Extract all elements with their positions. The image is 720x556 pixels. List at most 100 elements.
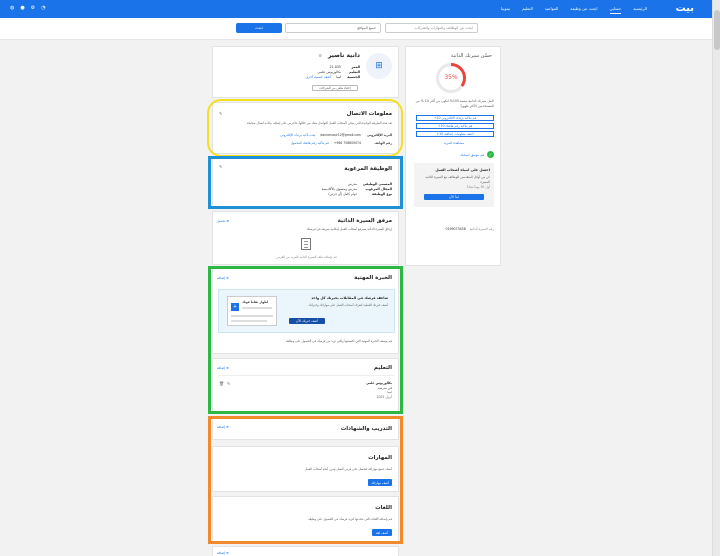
upload-link[interactable]: ⊕ تحميل — [217, 219, 229, 223]
edit-contact-icon[interactable]: ✎ — [219, 111, 222, 116]
education-title: التعليم — [373, 365, 392, 371]
experience-promo: اظهار نقاط قوتك + ضاعف فرصك في المقابلات… — [218, 289, 395, 333]
premium-start-button[interactable]: ابدأ الآن — [424, 194, 484, 200]
nav-item-account[interactable]: حسابي — [609, 6, 622, 14]
add-education-label: إضافة — [217, 366, 226, 370]
training-title: التدريب والشهادات — [340, 426, 392, 432]
education-degree: بكالوريوس علمي — [365, 381, 392, 385]
attachment-title: مرفق السيرة الذاتية — [337, 218, 392, 224]
profile-name: دانية ناصير — [327, 52, 360, 59]
verify-account-label: قم بتوثيق حسابك — [460, 152, 484, 157]
add-next-label: إضافة — [217, 551, 226, 555]
experience-promo-title: ضاعف فرصك في المقابلات بخبرتك كل واحد — [311, 296, 388, 300]
nav-item-jobs[interactable]: ابحث عن وظيفة — [570, 6, 597, 14]
brand-logo[interactable]: بيت — [676, 3, 694, 14]
skills-card: المهارات أضف جميع مهاراتك لتحصل على فرص … — [212, 446, 399, 492]
confirm-email-button[interactable]: قم بتأكيد بريدك الالكتروني 10+ — [416, 115, 494, 121]
progress-percent: 35% — [444, 74, 458, 81]
edit-job-icon[interactable]: ✎ — [219, 164, 222, 169]
phone-value: +966 758800074 — [333, 141, 361, 145]
nationality-value: ليبيا — [336, 75, 341, 79]
nav-item-home[interactable]: الرئيسية — [633, 6, 647, 14]
add-experience-label: إضافة — [217, 276, 226, 280]
training-card: التدريب والشهادات ⊕ إضافة — [212, 418, 399, 440]
phone-label: رقم الهاتف — [374, 141, 392, 145]
experience-title: الخبرة المهنية — [354, 275, 392, 281]
confirm-email-link[interactable]: يجب تأكيد بريدك الإلكتروني — [280, 133, 315, 137]
experience-note: قم بوصف الخبرة المهنية التي اكتسبتها وال… — [285, 339, 392, 343]
user-icon[interactable]: ● — [20, 5, 24, 11]
verified-row[interactable]: ✓ قم بتوثيق حسابك — [460, 151, 494, 158]
search-button[interactable]: ابحث — [236, 23, 282, 33]
job-row-label: نوع الوظيفة — [372, 192, 392, 196]
nav-item-education[interactable]: التعليم — [522, 6, 533, 14]
add-next-link[interactable]: ⊕ إضافة — [217, 551, 229, 555]
nationality-label: الجنسية — [347, 75, 360, 79]
next-section-card: ⊕ إضافة — [212, 546, 399, 556]
check-circle-icon: ✓ — [487, 151, 494, 158]
top-icons: ◍ ● ⚙ ◔ — [10, 5, 46, 11]
confirm-phone-link[interactable]: قم بتأكيد رقم هاتفك المحمول — [291, 141, 329, 145]
languages-desc: قم بإضافة اللغات التي تتحدثها لتزيد فرصك… — [308, 517, 392, 521]
experience-promo-text: أضف خبرتك العملية لتعرف أصحاب العمل على … — [308, 303, 388, 307]
add-nationality-link[interactable]: أضف جنسية أخرى — [306, 75, 331, 80]
top-navbar: بيت الرئيسية حسابي ابحث عن وظيفة المواعي… — [0, 0, 712, 18]
bell-icon[interactable]: ◔ — [41, 5, 45, 11]
email-row: البريد الإلكتروني daniarnasir12@gmail.co… — [280, 133, 392, 137]
settings-icon[interactable]: ⚙ — [31, 5, 35, 11]
resume-id-label: رقم السيرة الذاتية — [469, 227, 494, 231]
sidebar-tip: اكمل سيرتك الذاتية بنسبة 100% لتكون من أ… — [415, 99, 494, 108]
education-year: أبريل 2025 — [376, 394, 393, 399]
view-more-link[interactable]: مشاهدة المزيد — [406, 141, 502, 145]
profile-header-card: ⊞ دانية ناصير ⚙ العمر 21.035 التعليم بكالو… — [212, 46, 399, 98]
avatar-upload[interactable]: ⊞ — [366, 53, 392, 79]
contact-info-card: معلومات الاتصال ✎ تعد هذه الطريقة الوحيد… — [212, 102, 399, 154]
attachment-note: قم بإضافة ملف السيرة الذاتية للمزيد من ا… — [276, 255, 337, 259]
experience-card: الخبرة المهنية ⊕ إضافة اظهار نقاط قوتك +… — [212, 268, 399, 354]
add-education-link[interactable]: ⊕ إضافة — [217, 366, 229, 370]
job-rows: المسمى الوظيفي مدرس المجال المرغوب مدرس ومس… — [322, 182, 392, 197]
premium-promo-box: احصل على انتباه أصحاب العمل كن من أوائل … — [414, 163, 494, 207]
add-language-button[interactable]: أضف لغة — [372, 529, 392, 536]
promo-subtext: أول 30 يوماً مجاناً — [467, 185, 490, 189]
job-title: الوظيفة المرغوبة — [344, 166, 392, 172]
contact-title: معلومات الاتصال — [346, 111, 392, 117]
promo-title: احصل على انتباه أصحاب العمل — [435, 168, 490, 172]
desired-job-card: الوظيفة المرغوبة ✎ المسمى الوظيفي مدرس الم… — [212, 157, 399, 207]
confirm-phone-button[interactable]: قم بتأكيد رقم هاتفك 10+ — [416, 123, 494, 129]
sidebar-title: حسّن سيرتك الذاتية — [450, 53, 492, 59]
add-photo-icon: ⊞ — [375, 61, 383, 71]
job-row: نوع الوظيفة دوام كامل (أو جزئي) — [322, 192, 392, 197]
add-skills-button[interactable]: أضف مهاراتك — [368, 479, 392, 486]
email-value: daniarnasir12@gmail.com — [320, 133, 361, 137]
add-info-button[interactable]: أضف معلومات إضافية 10+ — [416, 131, 494, 137]
edit-education-icon[interactable]: ✎ — [227, 381, 230, 386]
resume-id-value: 0199073458 — [445, 227, 466, 231]
resume-improve-card: حسّن سيرتك الذاتية 35% اكمل سيرتك الذاتي… — [405, 46, 501, 266]
skills-title: المهارات — [368, 455, 392, 461]
globe-icon[interactable]: ◍ — [10, 5, 14, 11]
hide-profile-button[interactable]: إخفاء ملفي من الشركات — [312, 85, 358, 91]
resume-id-row: رقم السيرة الذاتية 0199073458 — [445, 227, 494, 231]
education-card: التعليم ⊕ إضافة بكالوريوس علمي في مدرسة … — [212, 358, 399, 412]
job-row-value: دوام كامل (أو جزئي) — [328, 192, 357, 196]
upload-link-label: تحميل — [217, 219, 226, 223]
add-experience-link[interactable]: ⊕ إضافة — [217, 276, 229, 280]
main-nav: الرئيسية حسابي ابحث عن وظيفة المواعيد ال… — [501, 6, 647, 14]
edit-name-icon[interactable]: ⚙ — [318, 53, 322, 58]
nav-item-appointments[interactable]: المواعيد — [545, 6, 559, 14]
keyword-search-input[interactable]: ابحث عن الوظائف والمهارات والشركات — [385, 23, 478, 33]
resume-attachment-card: مرفق السيرة الذاتية ⊕ تحميل إرفاق السيرة… — [212, 211, 399, 265]
email-label: البريد الإلكتروني — [366, 133, 392, 137]
add-experience-now-button[interactable]: أضف خبرتك الآن — [289, 318, 325, 324]
languages-title: اللغات — [375, 505, 392, 511]
delete-education-icon[interactable]: 🗑 — [219, 381, 224, 386]
location-select[interactable]: جميع المواقع — [285, 23, 381, 33]
nav-item-bayt-opia[interactable]: بيتوبيا — [501, 6, 510, 14]
promo-badge: اظهار نقاط قوتك — [242, 300, 269, 304]
add-training-link[interactable]: ⊕ إضافة — [217, 425, 229, 429]
page-scrollbar[interactable] — [712, 0, 720, 556]
education-entry: بكالوريوس علمي في مدرسة ليبيا أبريل 2025 — [366, 381, 392, 399]
profile-details: العمر 21.035 التعليم بكالوريوس علمي الجنسي… — [306, 65, 360, 80]
document-icon — [301, 238, 311, 250]
